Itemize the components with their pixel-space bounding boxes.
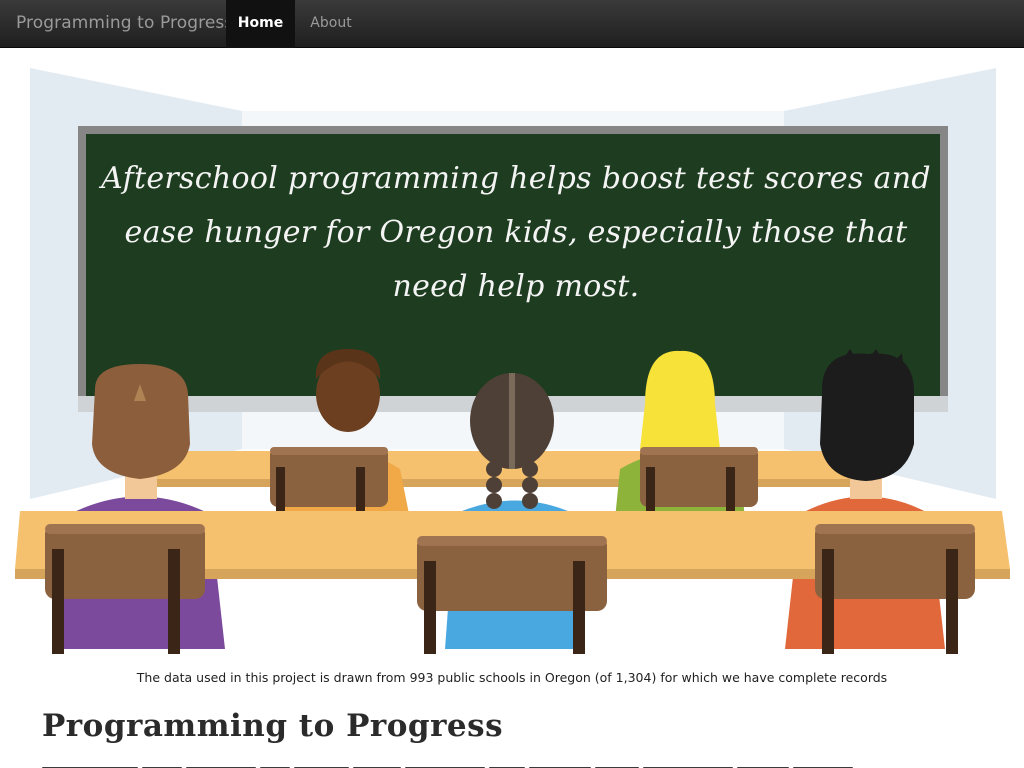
data-source-caption: The data used in this project is drawn f…: [136, 670, 888, 685]
nav-home[interactable]: Home: [226, 0, 295, 48]
chalkboard-headline: Afterschool programming helps boost test…: [101, 161, 931, 304]
chair-back-right: [640, 447, 758, 517]
classroom-illustration: [0, 49, 1024, 654]
brand-link[interactable]: Programming to Progress: [16, 0, 233, 48]
page-title: Programming to Progress: [42, 708, 504, 744]
intro-paragraph-cropped: [42, 760, 982, 768]
nav-about[interactable]: About: [296, 0, 366, 48]
navbar: Programming to Progress Home About: [0, 0, 1024, 48]
chair-back-left: [270, 447, 388, 517]
